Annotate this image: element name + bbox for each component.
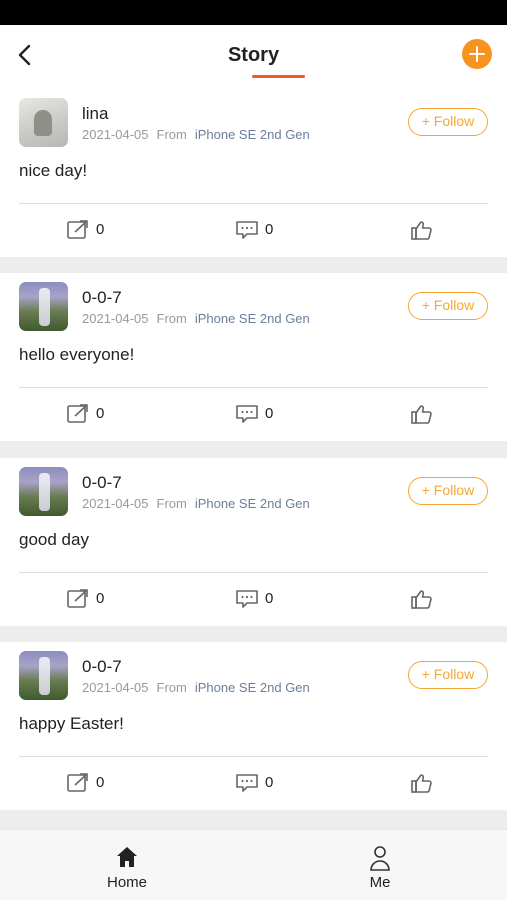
follow-button[interactable]: + Follow [408, 661, 488, 689]
share-icon [67, 220, 88, 239]
post-meta: 2021-04-05 From iPhone SE 2nd Gen [82, 311, 310, 326]
tab-home[interactable]: Home [67, 830, 187, 900]
post-username[interactable]: 0-0-7 [82, 288, 122, 308]
post-date: 2021-04-05 [82, 680, 149, 695]
tab-me-label: Me [369, 874, 391, 891]
comment-count: 0 [265, 590, 274, 607]
comment-count: 0 [265, 221, 274, 238]
post-username[interactable]: 0-0-7 [82, 657, 122, 677]
tab-me[interactable]: Me [320, 830, 440, 900]
post-card: 0-0-7 2021-04-05 From iPhone SE 2nd Gen + … [0, 642, 507, 810]
thumbs-up-icon [411, 221, 432, 240]
comment-icon [236, 774, 258, 792]
avatar[interactable] [19, 467, 68, 516]
post-device: iPhone SE 2nd Gen [194, 496, 310, 511]
post-device: iPhone SE 2nd Gen [194, 127, 310, 142]
share-count: 0 [96, 405, 105, 422]
add-post-button[interactable] [462, 39, 492, 69]
comment-icon [236, 590, 258, 608]
avatar[interactable] [19, 98, 68, 147]
avatar[interactable] [19, 282, 68, 331]
thumbs-up-icon [411, 405, 432, 424]
comment-icon [236, 405, 258, 423]
post-content: good day [19, 530, 89, 549]
share-count: 0 [96, 221, 105, 238]
share-count: 0 [96, 590, 105, 607]
share-icon [67, 773, 88, 792]
divider [19, 203, 488, 204]
comment-count: 0 [265, 405, 274, 422]
tab-home-label: Home [106, 874, 147, 891]
post-from-label: From [156, 680, 187, 695]
share-count: 0 [96, 774, 105, 791]
post-from-label: From [156, 127, 187, 142]
post-device: iPhone SE 2nd Gen [194, 680, 310, 695]
title-active-indicator [252, 75, 305, 78]
follow-button[interactable]: + Follow [408, 477, 488, 505]
post-from-label: From [156, 311, 187, 326]
top-nav-bar: Story [0, 25, 507, 89]
divider [19, 756, 488, 757]
post-content: nice day! [19, 161, 88, 180]
post-meta: 2021-04-05 From iPhone SE 2nd Gen [82, 680, 310, 695]
divider [19, 387, 488, 388]
status-bar [0, 0, 507, 25]
post-content: hello everyone! [19, 345, 135, 364]
person-icon [370, 846, 390, 871]
post-username[interactable]: 0-0-7 [82, 473, 122, 493]
follow-button[interactable]: + Follow [408, 108, 488, 136]
post-card: 0-0-7 2021-04-05 From iPhone SE 2nd Gen + … [0, 458, 507, 626]
post-date: 2021-04-05 [82, 127, 149, 142]
post-content: happy Easter! [19, 714, 124, 733]
thumbs-up-icon [411, 774, 432, 793]
home-icon [117, 847, 137, 867]
post-meta: 2021-04-05 From iPhone SE 2nd Gen [82, 127, 310, 142]
post-meta: 2021-04-05 From iPhone SE 2nd Gen [82, 496, 310, 511]
divider [19, 572, 488, 573]
post-date: 2021-04-05 [82, 496, 149, 511]
post-device: iPhone SE 2nd Gen [194, 311, 310, 326]
post-card: lina 2021-04-05 From iPhone SE 2nd Gen + F… [0, 89, 507, 257]
share-icon [67, 404, 88, 423]
bottom-tab-bar: Home Me [0, 829, 507, 900]
post-from-label: From [156, 496, 187, 511]
share-icon [67, 589, 88, 608]
thumbs-up-icon [411, 590, 432, 609]
comment-count: 0 [265, 774, 274, 791]
follow-button[interactable]: + Follow [408, 292, 488, 320]
page-title[interactable]: Story [0, 44, 507, 67]
post-card: 0-0-7 2021-04-05 From iPhone SE 2nd Gen + … [0, 273, 507, 441]
post-date: 2021-04-05 [82, 311, 149, 326]
comment-icon [236, 221, 258, 239]
avatar[interactable] [19, 651, 68, 700]
post-username[interactable]: lina [82, 104, 108, 124]
